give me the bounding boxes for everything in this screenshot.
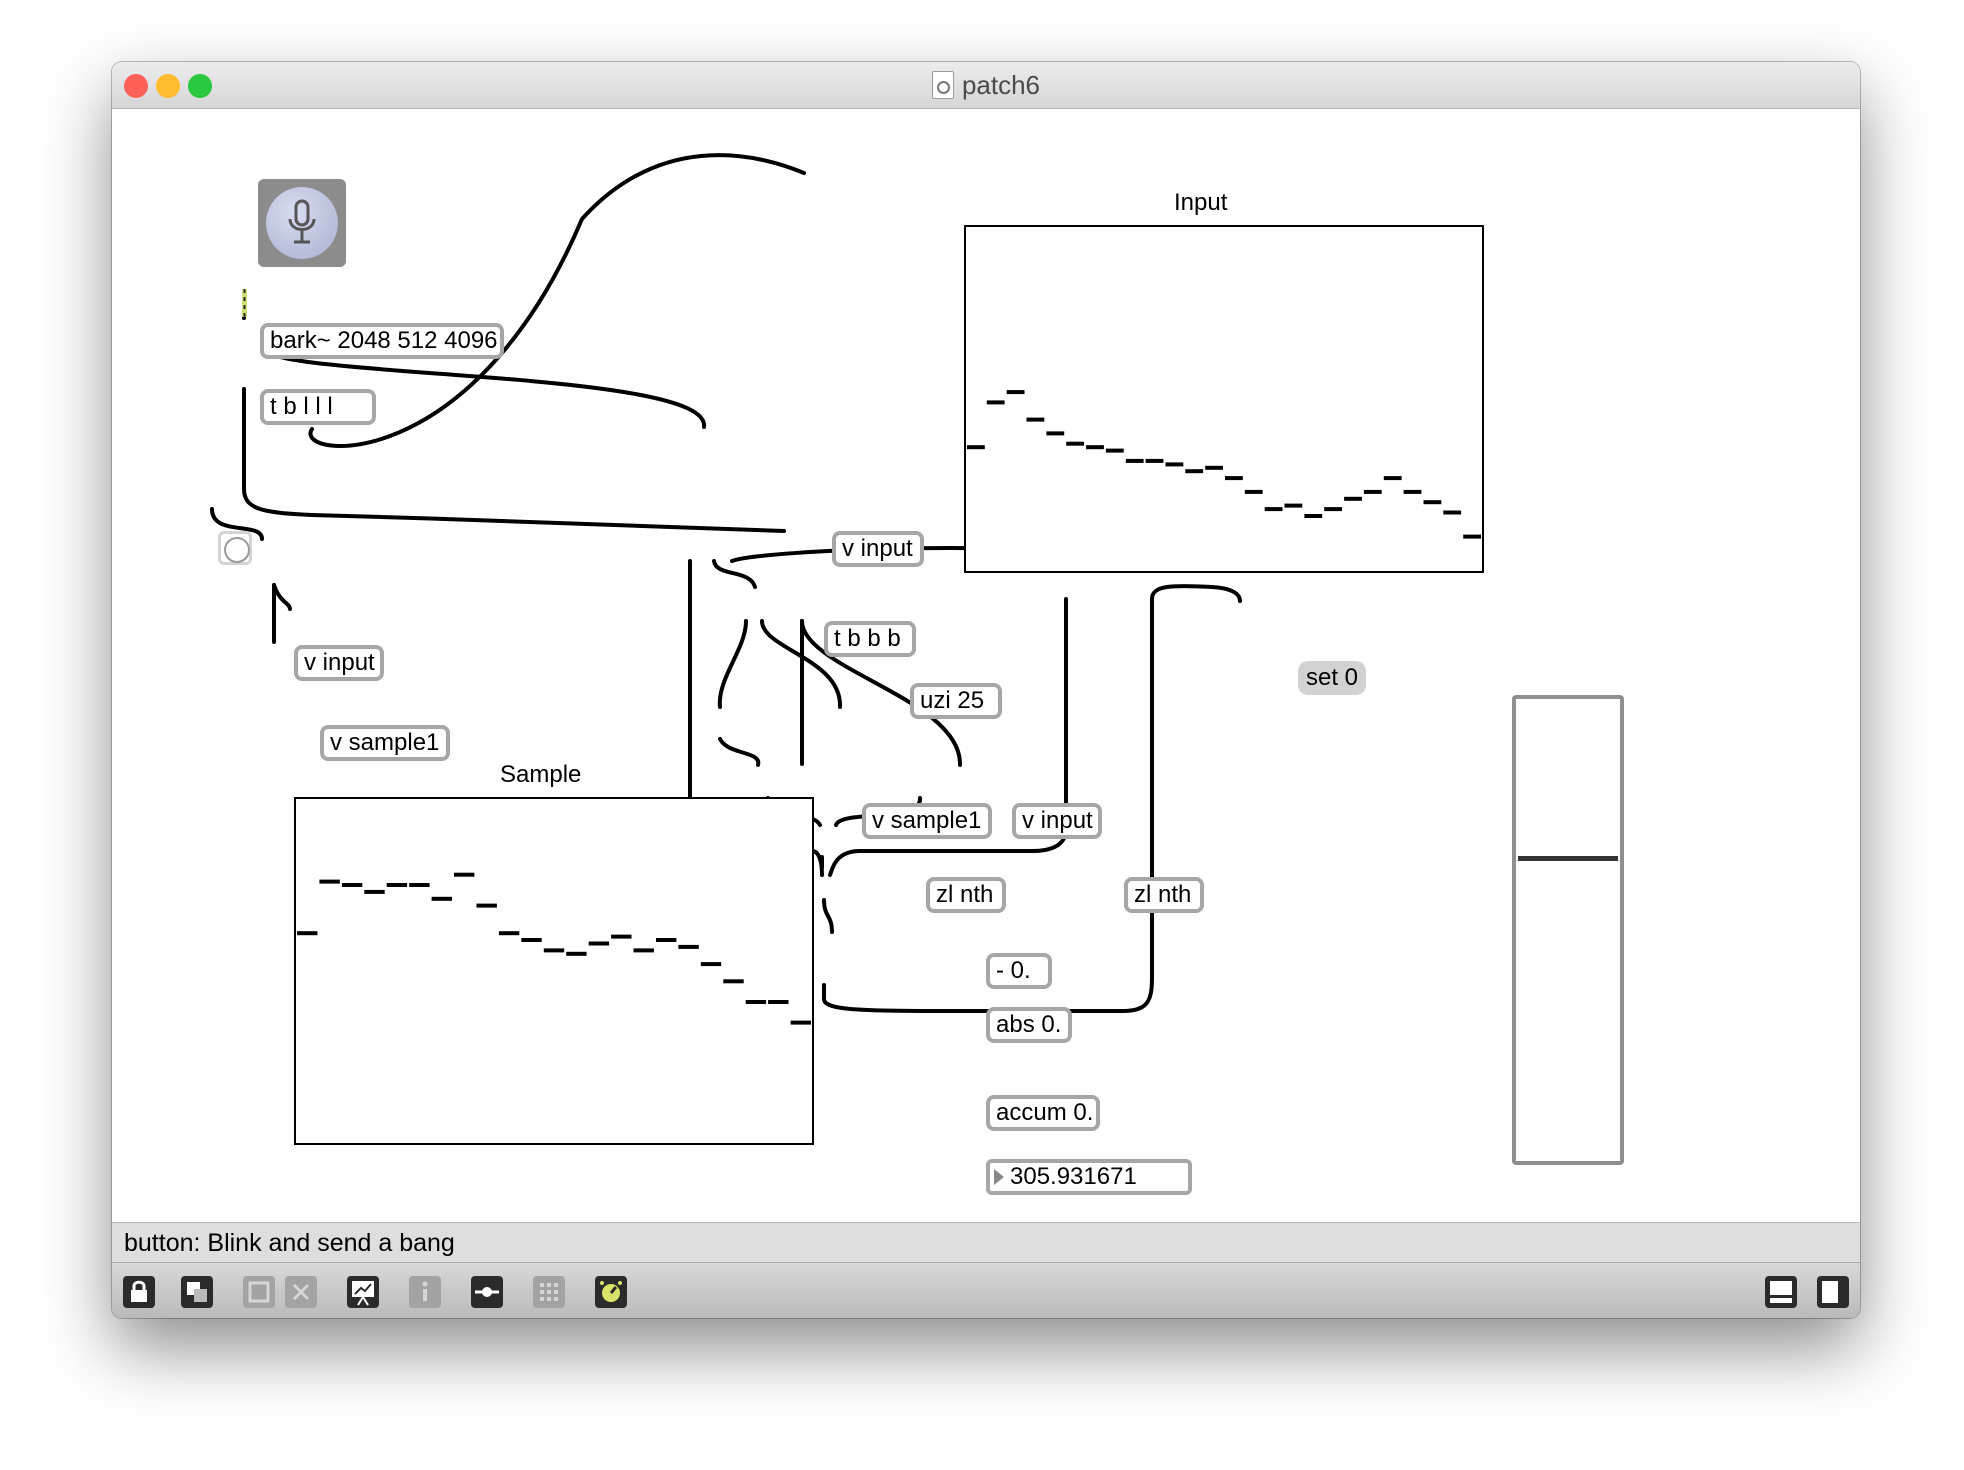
number-box-arrow-icon bbox=[994, 1169, 1004, 1185]
paste-disabled-icon[interactable] bbox=[242, 1275, 276, 1309]
input-multislider-bar bbox=[1383, 476, 1402, 481]
object-v-sample1-left[interactable]: v sample1 bbox=[320, 725, 450, 761]
bottom-panel-icon[interactable] bbox=[1764, 1275, 1798, 1309]
sample-multislider-bar bbox=[700, 962, 722, 967]
input-multislider-bar bbox=[1086, 445, 1104, 450]
vertical-slider[interactable] bbox=[1512, 695, 1624, 1165]
right-panel-icon[interactable] bbox=[1816, 1275, 1850, 1309]
sample-multislider-bar bbox=[611, 934, 632, 939]
input-multislider-bar bbox=[1344, 496, 1362, 501]
input-multislider-bar bbox=[1244, 489, 1263, 494]
input-multislider-bar bbox=[986, 400, 1005, 405]
multislider-sample[interactable] bbox=[294, 797, 814, 1145]
input-multislider-bar bbox=[1066, 441, 1084, 446]
sample-multislider-bar bbox=[723, 979, 744, 984]
input-multislider-bar bbox=[1145, 458, 1164, 463]
input-multislider-bar bbox=[1125, 458, 1144, 463]
debug-icon[interactable] bbox=[346, 1275, 380, 1309]
dsp-icon[interactable] bbox=[594, 1275, 628, 1309]
sample-multislider-bar bbox=[768, 1000, 789, 1004]
sample-multislider-bar bbox=[588, 941, 610, 946]
bottom-toolbar bbox=[112, 1262, 1860, 1318]
sample-multislider-bar bbox=[566, 951, 587, 956]
sample-multislider-bar bbox=[476, 903, 497, 908]
input-multislider-bar bbox=[1264, 507, 1283, 512]
sample-multislider-bar bbox=[364, 889, 385, 894]
window-title: patch6 bbox=[961, 69, 1041, 100]
adc-microphone-button[interactable] bbox=[258, 179, 346, 267]
input-multislider-bar bbox=[967, 445, 985, 450]
bang-button[interactable] bbox=[218, 531, 252, 565]
sample-multislider-bar bbox=[409, 883, 430, 887]
input-multislider-bar bbox=[1463, 534, 1481, 539]
object-bark[interactable]: bark~ 2048 512 4096 bbox=[260, 323, 504, 359]
input-multislider-bar bbox=[1403, 489, 1422, 494]
sample-multislider-bar bbox=[790, 1020, 811, 1025]
sample-multislider-bar bbox=[521, 938, 542, 942]
sample-multislider-bar bbox=[656, 938, 677, 942]
sample-multislider-bar bbox=[454, 872, 475, 877]
title-bar: patch6 bbox=[112, 62, 1860, 109]
input-multislider-bar bbox=[1443, 510, 1462, 515]
object-abs[interactable]: abs 0. bbox=[986, 1007, 1072, 1043]
status-bar: button: Blink and send a bang bbox=[112, 1222, 1860, 1262]
object-v-input-left[interactable]: v input bbox=[294, 645, 384, 681]
input-multislider-bar bbox=[1225, 476, 1243, 481]
sample-multislider-bar bbox=[678, 944, 699, 949]
object-v-input-top[interactable]: v input bbox=[832, 531, 924, 567]
message-set0[interactable]: set 0 bbox=[1298, 661, 1367, 695]
grid-icon[interactable] bbox=[532, 1275, 566, 1309]
number-box-value: 305.931671 bbox=[1010, 1163, 1137, 1190]
delete-disabled-icon[interactable] bbox=[284, 1275, 318, 1309]
patcher-canvas[interactable]: bark~ 2048 512 4096 t b l l l v input v … bbox=[112, 109, 1860, 1222]
patch-window: patch6 bark~ 2048 512 4096 t b l l l v i… bbox=[112, 62, 1860, 1318]
input-multislider-bar bbox=[1105, 448, 1124, 453]
input-multislider-bar bbox=[1304, 514, 1323, 518]
input-multislider-bar bbox=[1324, 507, 1342, 512]
object-palette-icon[interactable] bbox=[470, 1275, 504, 1309]
number-box-result[interactable]: 305.931671 bbox=[986, 1159, 1192, 1195]
lock-icon[interactable] bbox=[122, 1275, 156, 1309]
presentation-toggle-icon[interactable] bbox=[180, 1275, 214, 1309]
signal-cord bbox=[242, 289, 247, 317]
object-trigger-bbb[interactable]: t b b b bbox=[824, 621, 916, 657]
sample-multislider-bar bbox=[431, 896, 452, 901]
sample-multislider-bar bbox=[341, 883, 363, 887]
input-multislider-bar bbox=[1205, 465, 1223, 470]
sample-multislider-bar bbox=[543, 948, 565, 953]
multislider-input[interactable] bbox=[964, 225, 1484, 573]
object-zl-nth-1[interactable]: zl nth bbox=[926, 877, 1006, 913]
sample-multislider-bar bbox=[633, 948, 654, 953]
inspector-icon[interactable] bbox=[408, 1275, 442, 1309]
input-multislider-bar bbox=[1284, 503, 1303, 508]
input-multislider-bar bbox=[1046, 431, 1065, 436]
input-multislider-bar bbox=[1423, 500, 1442, 505]
object-trigger-blll[interactable]: t b l l l bbox=[260, 389, 376, 425]
sample-multislider-bar bbox=[319, 879, 340, 884]
object-v-sample1-mid[interactable]: v sample1 bbox=[862, 803, 992, 839]
label-input: Input bbox=[1174, 189, 1228, 216]
object-accum[interactable]: accum 0. bbox=[986, 1095, 1100, 1131]
document-icon bbox=[931, 71, 954, 99]
slider-knob[interactable] bbox=[1518, 856, 1618, 862]
input-multislider-bar bbox=[1026, 417, 1045, 422]
input-multislider-bar bbox=[1363, 489, 1382, 494]
input-multislider-bar bbox=[1165, 462, 1184, 467]
sample-multislider-bar bbox=[386, 883, 408, 887]
object-v-input-mid[interactable]: v input bbox=[1012, 803, 1102, 839]
object-uzi[interactable]: uzi 25 bbox=[910, 683, 1002, 719]
label-sample: Sample bbox=[500, 761, 582, 788]
microphone-icon bbox=[288, 199, 316, 244]
input-multislider-bar bbox=[1006, 390, 1025, 395]
object-zl-nth-2[interactable]: zl nth bbox=[1124, 877, 1204, 913]
object-minus[interactable]: - 0. bbox=[986, 953, 1052, 989]
sample-multislider-bar bbox=[745, 1000, 767, 1004]
sample-multislider-bar bbox=[297, 931, 318, 936]
sample-multislider-bar bbox=[498, 931, 520, 936]
input-multislider-bar bbox=[1185, 469, 1204, 474]
